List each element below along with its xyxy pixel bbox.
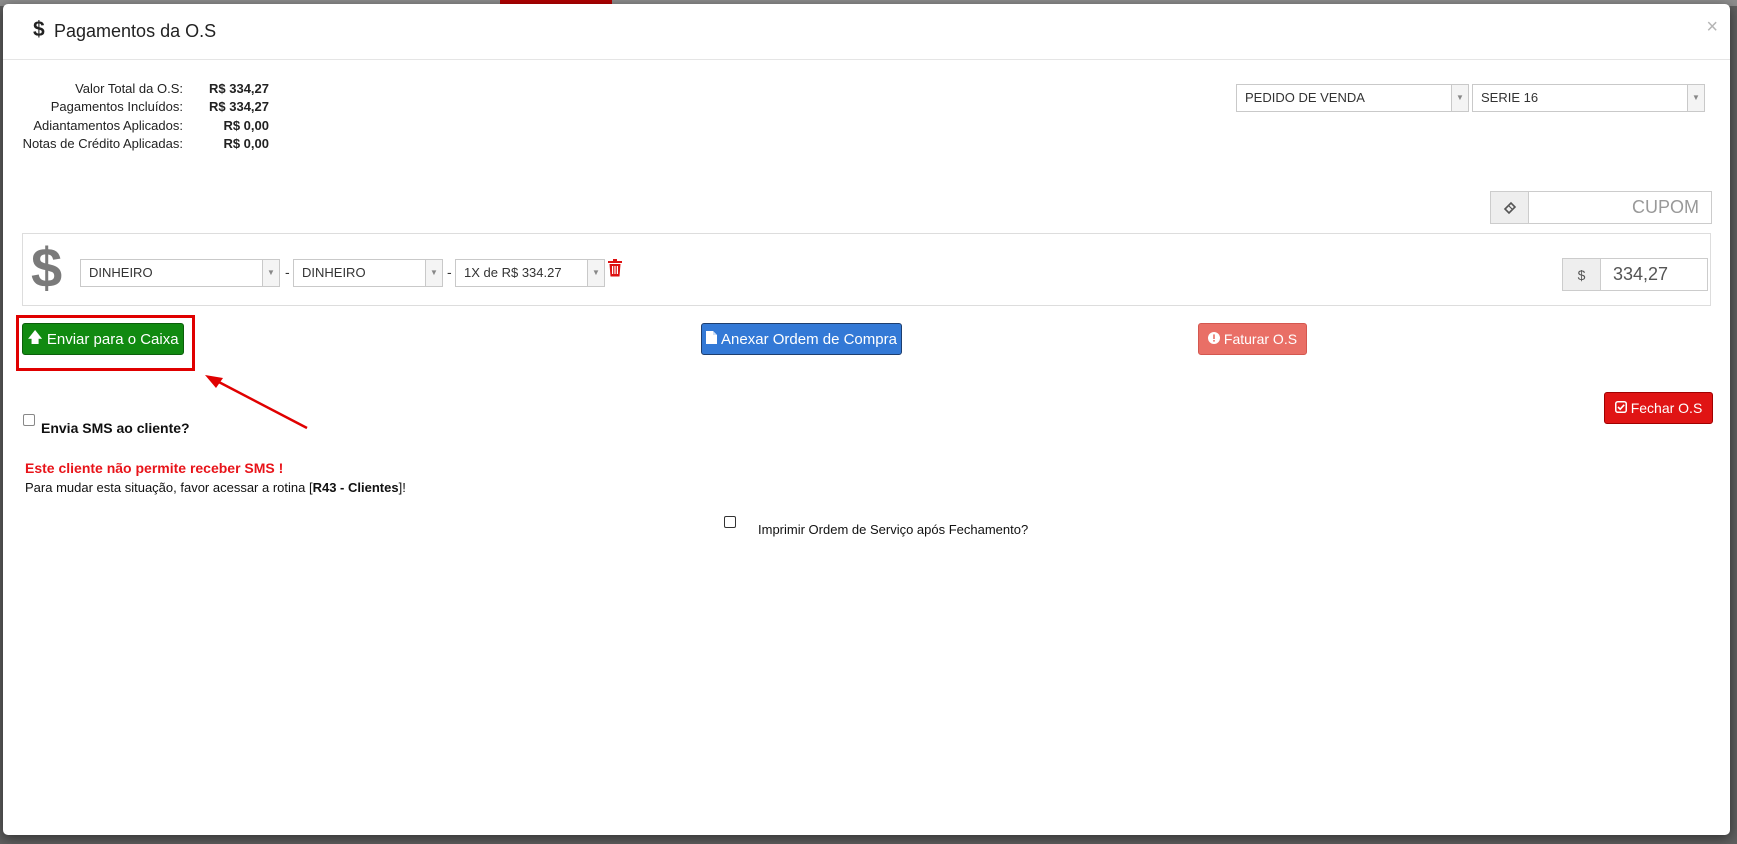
invoice-label: Faturar O.S <box>1223 331 1298 347</box>
series-value: SERIE 16 <box>1481 90 1539 105</box>
summary-value: R$ 0,00 <box>223 136 269 151</box>
attach-purchase-order-button[interactable]: Anexar Ordem de Compra <box>701 323 902 355</box>
sms-info-suffix: ]! <box>398 480 406 495</box>
separator: - <box>285 264 290 280</box>
currency-addon: $ <box>1563 259 1601 290</box>
summary-value: R$ 334,27 <box>209 81 269 96</box>
summary-value: R$ 0,00 <box>223 118 269 133</box>
print-os-checkbox[interactable] <box>724 516 736 528</box>
attach-purchase-order-label: Anexar Ordem de Compra <box>721 330 897 348</box>
modal-header: $ Pagamentos da O.S × <box>3 4 1730 60</box>
ticket-icon <box>1491 192 1529 223</box>
close-icon[interactable]: × <box>1706 16 1718 39</box>
file-icon <box>706 330 718 348</box>
sms-info-prefix: Para mudar esta situação, favor acessar … <box>25 480 313 495</box>
clients-routine-link[interactable]: R43 - Clientes <box>313 480 399 495</box>
payment-method-select[interactable]: DINHEIRO ▼ <box>80 259 280 287</box>
payment-row: $ DINHEIRO ▼ - DINHEIRO ▼ - 1X de R$ 334… <box>22 233 1711 306</box>
check-square-icon <box>1614 400 1627 416</box>
document-type-select[interactable]: PEDIDO DE VENDA ▼ <box>1236 84 1469 112</box>
print-os-label: Imprimir Ordem de Serviço após Fechament… <box>758 522 1029 537</box>
chevron-down-icon: ▼ <box>1451 85 1468 111</box>
coupon-input[interactable]: CUPOM <box>1529 192 1711 223</box>
dollar-sign-icon: $ <box>31 236 63 299</box>
summary-label: Valor Total da O.S: <box>75 81 183 96</box>
chevron-down-icon: ▼ <box>587 260 604 286</box>
send-to-cashier-button[interactable]: 🡅 Enviar para o Caixa <box>22 323 184 355</box>
payment-method-value: DINHEIRO <box>89 265 153 280</box>
invoice-button[interactable]: Faturar O.S <box>1198 323 1307 355</box>
coupon-field[interactable]: CUPOM <box>1490 191 1712 224</box>
annotation-arrow <box>205 375 308 430</box>
payment-submethod-select[interactable]: DINHEIRO ▼ <box>293 259 443 287</box>
exclamation-circle-icon <box>1207 331 1220 347</box>
document-type-value: PEDIDO DE VENDA <box>1245 90 1365 105</box>
chevron-down-icon: ▼ <box>262 260 279 286</box>
chevron-down-icon: ▼ <box>1687 85 1704 111</box>
trash-icon[interactable] <box>608 259 622 277</box>
summary-label: Adiantamentos Aplicados: <box>33 118 183 133</box>
installments-select[interactable]: 1X de R$ 334.27 ▼ <box>455 259 605 287</box>
summary-label: Notas de Crédito Aplicadas: <box>22 136 183 151</box>
summary-value: R$ 334,27 <box>209 99 269 114</box>
sms-warning: Este cliente não permite receber SMS ! <box>25 460 284 476</box>
sms-info: Para mudar esta situação, favor acessar … <box>25 480 406 495</box>
close-os-button[interactable]: Fechar O.S <box>1604 392 1713 424</box>
payment-submethod-value: DINHEIRO <box>302 265 366 280</box>
chevron-down-icon: ▼ <box>425 260 442 286</box>
series-select[interactable]: SERIE 16 ▼ <box>1472 84 1705 112</box>
installments-value: 1X de R$ 334.27 <box>464 265 562 280</box>
arrow-up-icon: 🡅 <box>27 328 43 346</box>
close-os-label: Fechar O.S <box>1630 400 1703 416</box>
modal-title: Pagamentos da O.S <box>54 21 217 41</box>
summary-label: Pagamentos Incluídos: <box>50 99 183 114</box>
payments-modal: $ Pagamentos da O.S × Valor Total da O.S… <box>3 4 1730 835</box>
dollar-sign-icon: $ <box>33 18 45 41</box>
separator: - <box>447 264 452 280</box>
payment-amount-input[interactable]: 334,27 <box>1601 259 1707 290</box>
send-to-cashier-label: Enviar para o Caixa <box>46 330 179 348</box>
sms-checkbox-label: Envia SMS ao cliente? <box>41 420 190 436</box>
sms-checkbox[interactable] <box>23 414 35 426</box>
payment-amount-field[interactable]: $ 334,27 <box>1562 258 1708 291</box>
